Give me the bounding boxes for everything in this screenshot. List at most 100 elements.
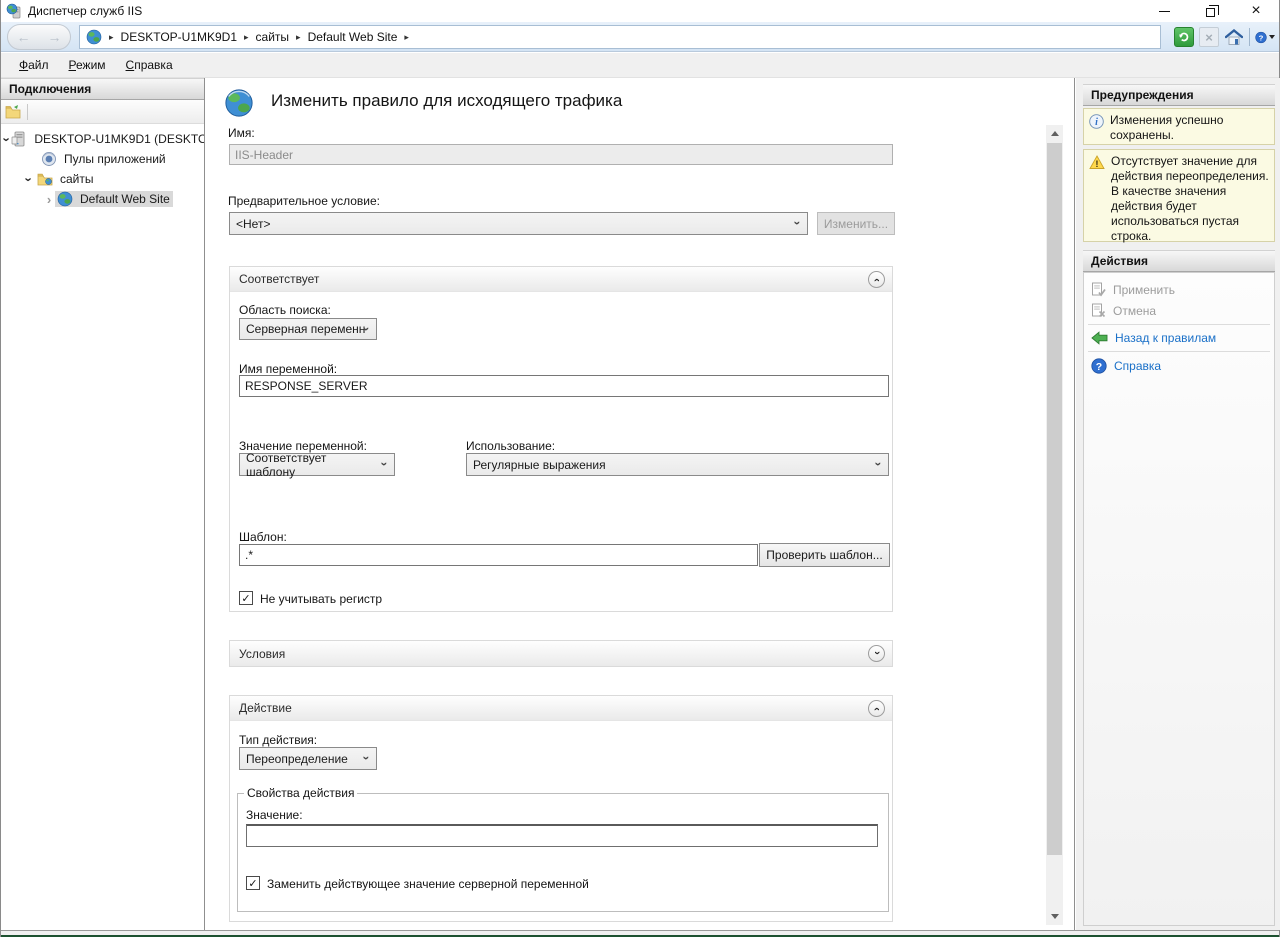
selected-tree-item: Default Web Site	[55, 191, 173, 207]
breadcrumb-sites[interactable]: сайты	[256, 30, 290, 44]
menu-help[interactable]: Справка	[116, 55, 183, 75]
edit-precondition-button[interactable]: Изменить...	[817, 212, 895, 235]
home-button[interactable]	[1224, 27, 1244, 47]
menu-file[interactable]: Файл	[9, 55, 59, 75]
page-title: Изменить правило для исходящего трафика	[271, 91, 622, 111]
refresh-icon	[1177, 30, 1191, 44]
help-menu-button[interactable]: ?	[1255, 27, 1275, 47]
stop-icon: ×	[1205, 30, 1213, 45]
app-pools-icon	[41, 151, 57, 167]
window-controls: ×	[1141, 0, 1279, 22]
right-panel: Предупреждения i Изменения успешно сохра…	[1076, 78, 1280, 930]
precondition-value: <Нет>	[236, 217, 270, 231]
info-alert-text: Изменения успешно сохранены.	[1110, 113, 1269, 140]
back-arrow-icon	[1091, 331, 1108, 345]
breadcrumb-server[interactable]: DESKTOP-U1MK9D1	[121, 30, 237, 44]
tree-item-sites[interactable]: › сайты	[1, 169, 204, 189]
value-label: Значение:	[246, 808, 303, 822]
tree-item-default-web-site-label: Default Web Site	[77, 191, 173, 207]
pattern-field[interactable]	[239, 544, 758, 566]
actions-separator	[1088, 351, 1270, 352]
chevron-down-icon: ›	[378, 458, 392, 471]
collapse-chevron-icon[interactable]: ›	[1, 137, 15, 141]
scope-select[interactable]: Серверная переменн ›	[239, 318, 377, 340]
apply-button[interactable]: Применить	[1084, 279, 1274, 300]
action-type-value: Переопределение	[246, 752, 348, 766]
sites-folder-icon	[37, 171, 53, 187]
check-icon: ✓	[248, 877, 257, 890]
action-type-select[interactable]: Переопределение ›	[239, 747, 377, 770]
chevron-down-icon: ›	[360, 752, 374, 765]
action-properties-group: Свойства действия Значение: ✓ Заменить д…	[237, 786, 889, 912]
expand-section-button[interactable]: ›	[868, 645, 885, 662]
breadcrumb[interactable]: ▸ DESKTOP-U1MK9D1 ▸ сайты ▸ Default Web …	[79, 25, 1161, 49]
name-label: Имя:	[228, 126, 255, 140]
action-section-header[interactable]: Действие ›	[230, 696, 892, 721]
precondition-select[interactable]: <Нет> ›	[229, 212, 808, 235]
operator-select[interactable]: Соответствует шаблону ›	[239, 453, 395, 476]
title-bar: Диспетчер служб IIS ×	[1, 0, 1279, 22]
info-alert: i Изменения успешно сохранены.	[1083, 108, 1275, 145]
breadcrumb-arrow-icon: ▸	[109, 32, 114, 43]
close-button[interactable]: ×	[1233, 0, 1279, 22]
match-section-header[interactable]: Соответствует ›	[230, 267, 892, 292]
collapse-section-button[interactable]: ›	[868, 271, 885, 288]
action-section-title: Действие	[239, 701, 292, 715]
ignore-case-checkbox[interactable]: ✓	[239, 591, 253, 605]
conditions-section-header[interactable]: Условия ›	[230, 641, 892, 666]
scroll-up-icon	[1051, 131, 1059, 136]
alerts-header: Предупреждения	[1083, 84, 1275, 106]
breadcrumb-default-web-site[interactable]: Default Web Site	[308, 30, 398, 44]
help-link[interactable]: ? Справка	[1084, 355, 1274, 377]
chevron-down-icon: ›	[870, 651, 882, 655]
replace-value-label[interactable]: Заменить действующее значение серверной …	[267, 877, 589, 891]
vertical-scrollbar[interactable]	[1046, 125, 1063, 925]
match-section: Соответствует › Область поиска: Серверна…	[229, 266, 893, 612]
warning-alert: ! Отсутствует значение для действия пере…	[1083, 149, 1275, 242]
restore-button[interactable]	[1187, 0, 1233, 22]
check-icon: ✓	[241, 592, 250, 605]
action-section: Действие › Тип действия: Переопределение…	[229, 695, 893, 922]
scrollbar-thumb[interactable]	[1047, 143, 1062, 855]
test-pattern-button[interactable]: Проверить шаблон...	[759, 543, 890, 567]
breadcrumb-arrow-icon: ▸	[296, 32, 301, 43]
using-label: Использование:	[466, 439, 555, 453]
chevron-up-icon: ›	[870, 278, 882, 282]
scroll-down-button[interactable]	[1046, 908, 1063, 925]
collapse-chevron-icon[interactable]: ›	[22, 173, 37, 185]
minimize-icon	[1159, 11, 1170, 12]
refresh-button[interactable]	[1174, 27, 1194, 47]
stop-button[interactable]: ×	[1199, 27, 1219, 47]
save-connection-icon[interactable]	[5, 104, 21, 120]
minimize-button[interactable]	[1141, 0, 1187, 22]
replace-value-checkbox[interactable]: ✓	[246, 876, 260, 890]
forward-nav-button[interactable]: →	[48, 30, 62, 44]
variable-name-field[interactable]	[239, 375, 889, 397]
ignore-case-label[interactable]: Не учитывать регистр	[260, 592, 382, 606]
value-field[interactable]	[246, 824, 878, 847]
window-title: Диспетчер служб IIS	[28, 4, 142, 18]
menu-view[interactable]: Режим	[59, 55, 116, 75]
scroll-up-button[interactable]	[1046, 125, 1063, 142]
actions-header: Действия	[1083, 250, 1275, 272]
scope-label: Область поиска:	[239, 303, 331, 317]
collapse-section-button[interactable]: ›	[868, 700, 885, 717]
name-field	[229, 144, 893, 165]
navigation-buttons: ← →	[7, 24, 71, 50]
using-select[interactable]: Регулярные выражения ›	[466, 453, 889, 476]
breadcrumb-arrow-icon: ▸	[244, 32, 249, 43]
cancel-button[interactable]: Отмена	[1084, 300, 1274, 321]
chevron-down-icon	[1269, 35, 1275, 39]
tree-item-app-pools[interactable]: Пулы приложений	[1, 149, 204, 169]
back-to-rules-link[interactable]: Назад к правилам	[1084, 328, 1274, 348]
home-icon	[1225, 29, 1243, 46]
tree-item-server[interactable]: › DESKTOP-U1MK9D1 (DESKTOI	[1, 129, 204, 149]
svg-text:?: ?	[1096, 361, 1102, 373]
conditions-section-title: Условия	[239, 647, 285, 661]
toolbar-separator	[27, 104, 28, 120]
connections-header: Подключения	[1, 78, 204, 100]
expand-chevron-icon[interactable]: ›	[43, 192, 55, 207]
tree-item-default-web-site[interactable]: › Default Web Site	[1, 189, 204, 209]
back-nav-button[interactable]: ←	[17, 30, 31, 44]
connections-panel: Подключения › DESKTOP-U1MK9D1 (DESKTOI	[1, 78, 205, 930]
